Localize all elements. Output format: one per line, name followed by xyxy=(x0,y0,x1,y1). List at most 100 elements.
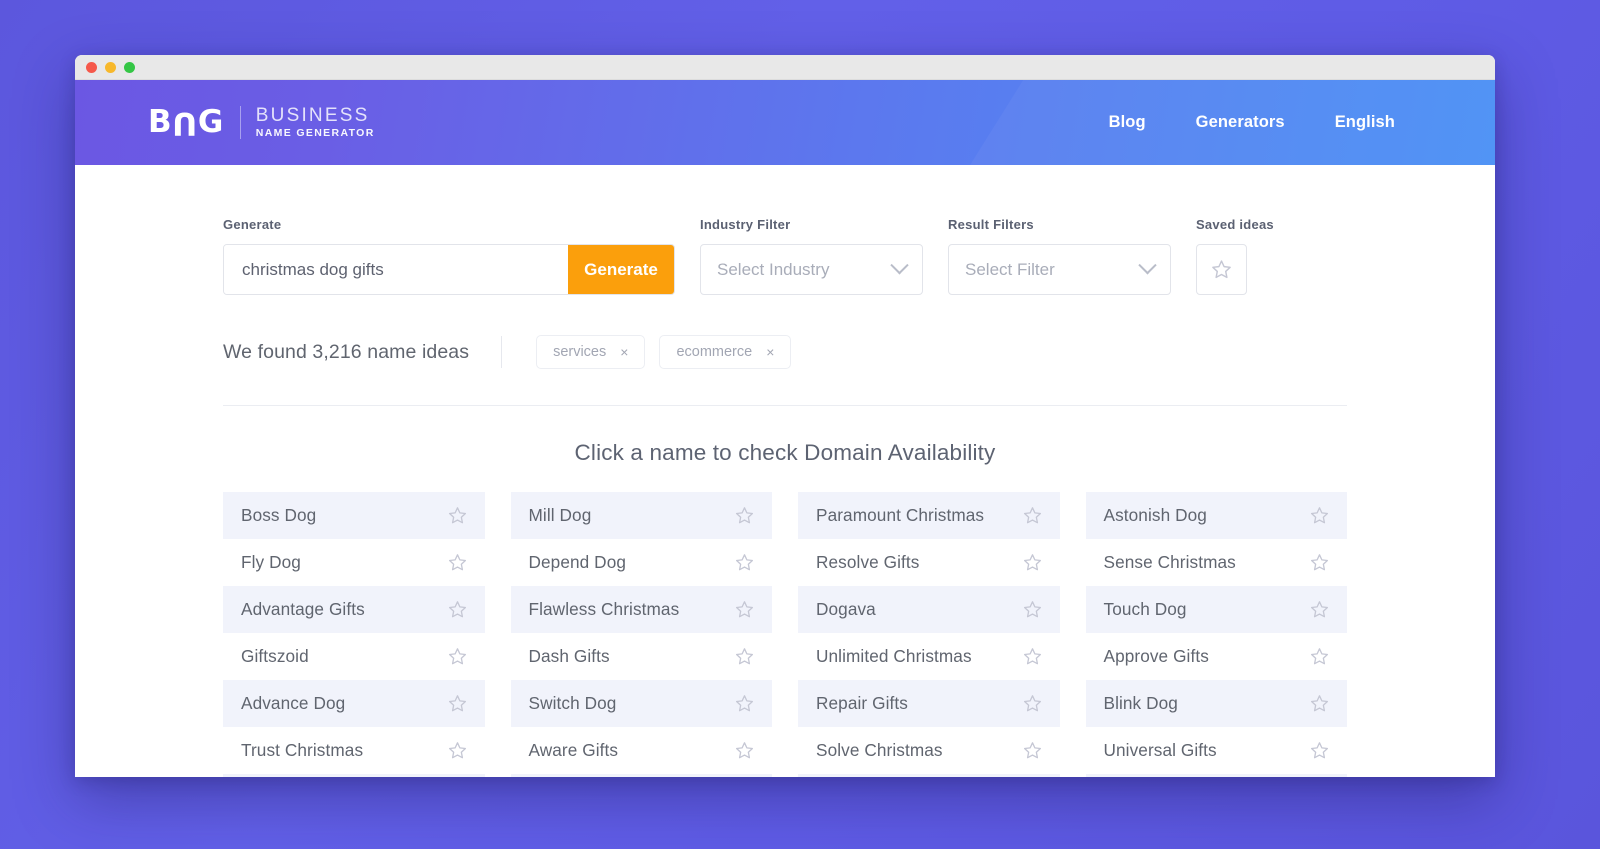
minimize-window-icon[interactable] xyxy=(105,61,116,73)
keyword-input[interactable] xyxy=(224,245,568,294)
list-item[interactable]: Boss Dog xyxy=(223,492,485,539)
star-outline-icon[interactable] xyxy=(1022,646,1043,667)
star-outline-icon[interactable] xyxy=(1309,599,1330,620)
zoom-window-icon[interactable] xyxy=(124,61,135,73)
star-outline-icon[interactable] xyxy=(1022,693,1043,714)
star-outline-icon[interactable] xyxy=(447,505,468,526)
list-item[interactable]: Astonish Dog xyxy=(1085,492,1347,539)
tag-ecommerce[interactable]: ecommerce × xyxy=(659,335,792,369)
name-label: Depend Dog xyxy=(528,552,627,572)
name-label: Unlimited Christmas xyxy=(816,646,972,666)
list-item[interactable]: Advance Dog xyxy=(223,680,485,727)
star-outline-icon[interactable] xyxy=(1022,599,1043,620)
industry-filter-value: Select Industry xyxy=(717,259,830,279)
list-item[interactable]: Flawless Christmas xyxy=(510,586,772,633)
list-item[interactable]: Mill Dog xyxy=(510,492,772,539)
name-label: Trust Christmas xyxy=(241,740,364,760)
remove-tag-icon[interactable]: × xyxy=(620,344,628,360)
list-item[interactable] xyxy=(223,774,485,777)
list-item[interactable]: Solve Christmas xyxy=(798,727,1060,774)
remove-tag-icon[interactable]: × xyxy=(766,344,774,360)
result-filters-label: Result Filters xyxy=(948,217,1034,232)
name-label: Boss Dog xyxy=(241,505,317,525)
list-item[interactable] xyxy=(798,774,1060,777)
saved-ideas-label: Saved ideas xyxy=(1196,217,1274,232)
industry-filter-select[interactable]: Select Industry xyxy=(700,244,923,295)
list-item[interactable]: Resolve Gifts xyxy=(798,539,1060,586)
tag-label: ecommerce xyxy=(676,344,753,360)
star-outline-icon[interactable] xyxy=(1309,505,1330,526)
star-outline-icon[interactable] xyxy=(1309,552,1330,573)
generate-label: Generate xyxy=(223,217,282,232)
name-label: Resolve Gifts xyxy=(816,552,920,572)
app-header: BUG BUSINESS NAME GENERATOR Blog Generat… xyxy=(75,80,1495,165)
star-outline-icon[interactable] xyxy=(734,646,755,667)
star-outline-icon[interactable] xyxy=(447,740,468,761)
page-title: Click a name to check Domain Availabilit… xyxy=(574,440,996,465)
star-outline-icon[interactable] xyxy=(1309,693,1330,714)
chevron-down-icon xyxy=(1138,256,1157,275)
nav-item-english[interactable]: English xyxy=(1335,113,1395,132)
list-item[interactable]: Universal Gifts xyxy=(1086,727,1348,774)
star-outline-icon[interactable] xyxy=(447,693,468,714)
list-item[interactable]: Paramount Christmas xyxy=(798,492,1060,539)
list-item[interactable] xyxy=(510,774,772,777)
name-label: Giftszoid xyxy=(241,646,309,666)
section-divider xyxy=(223,405,1347,406)
name-label: Switch Dog xyxy=(528,693,617,713)
nav-item-generators[interactable]: Generators xyxy=(1196,113,1285,132)
list-item[interactable]: Approve Gifts xyxy=(1086,633,1348,680)
browser-window: BUG BUSINESS NAME GENERATOR Blog Generat… xyxy=(75,55,1495,777)
list-item[interactable]: Repair Gifts xyxy=(798,680,1060,727)
name-label: Sense Christmas xyxy=(1103,552,1236,572)
list-item[interactable] xyxy=(1085,774,1347,777)
result-filters-select[interactable]: Select Filter xyxy=(948,244,1171,295)
star-outline-icon[interactable] xyxy=(1022,740,1043,761)
name-label: Universal Gifts xyxy=(1103,740,1217,760)
name-label: Repair Gifts xyxy=(816,693,908,713)
main-nav: Blog Generators English xyxy=(1109,113,1395,132)
list-item[interactable]: Touch Dog xyxy=(1085,586,1347,633)
list-item[interactable]: Blink Dog xyxy=(1085,680,1347,727)
list-item[interactable]: Switch Dog xyxy=(510,680,772,727)
list-item[interactable]: Dogava xyxy=(798,586,1060,633)
generate-button[interactable]: Generate xyxy=(568,245,674,294)
star-outline-icon[interactable] xyxy=(734,505,755,526)
star-outline-icon[interactable] xyxy=(447,599,468,620)
star-outline-icon[interactable] xyxy=(734,552,755,573)
star-outline-icon[interactable] xyxy=(1022,505,1043,526)
active-tags: services × ecommerce × xyxy=(536,335,792,369)
results-column-1: Boss Dog Fly Dog Advantage Gifts Giftszo… xyxy=(223,492,485,777)
star-outline-icon[interactable] xyxy=(1309,646,1330,667)
list-item[interactable]: Trust Christmas xyxy=(223,727,485,774)
list-item[interactable]: Fly Dog xyxy=(223,539,485,586)
list-item[interactable]: Aware Gifts xyxy=(511,727,773,774)
star-outline-icon[interactable] xyxy=(734,693,755,714)
industry-filter-group: Industry Filter Select Industry xyxy=(700,217,923,295)
star-outline-icon[interactable] xyxy=(1309,740,1330,761)
name-label: Advance Dog xyxy=(241,693,346,713)
saved-ideas-button[interactable] xyxy=(1196,244,1247,295)
nav-item-blog[interactable]: Blog xyxy=(1109,113,1146,132)
list-item[interactable]: Giftszoid xyxy=(223,633,485,680)
star-outline-icon[interactable] xyxy=(447,552,468,573)
tag-services[interactable]: services × xyxy=(536,335,646,369)
list-item[interactable]: Sense Christmas xyxy=(1086,539,1348,586)
star-outline-icon[interactable] xyxy=(734,599,755,620)
close-window-icon[interactable] xyxy=(86,61,97,73)
list-item[interactable]: Depend Dog xyxy=(511,539,773,586)
name-label: Flawless Christmas xyxy=(528,599,680,619)
meta-divider xyxy=(501,336,503,368)
star-outline-icon[interactable] xyxy=(447,646,468,667)
logo[interactable]: BUG BUSINESS NAME GENERATOR xyxy=(148,105,375,141)
logo-divider xyxy=(239,105,241,139)
results-count-text: We found 3,216 name ideas xyxy=(223,340,470,363)
name-label: Approve Gifts xyxy=(1103,646,1209,666)
list-item[interactable]: Unlimited Christmas xyxy=(798,633,1060,680)
star-outline-icon[interactable] xyxy=(1022,552,1043,573)
star-outline-icon[interactable] xyxy=(734,740,755,761)
list-item[interactable]: Dash Gifts xyxy=(511,633,773,680)
name-label: Astonish Dog xyxy=(1103,505,1207,525)
list-item[interactable]: Advantage Gifts xyxy=(223,586,485,633)
results-column-4: Astonish Dog Sense Christmas Touch Dog A… xyxy=(1085,492,1348,777)
